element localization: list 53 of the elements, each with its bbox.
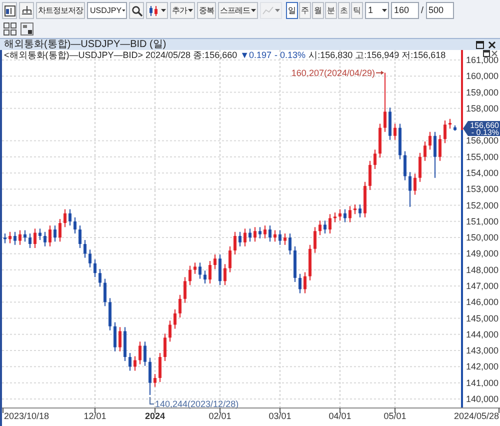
- dropdown-button[interactable]: 추가: [170, 2, 195, 19]
- percent-change: - 0.13%: [274, 50, 306, 60]
- quote-summary: <해외통화(통합)—USDJPY—BID> 2024/05/28 종:156,660: [4, 50, 238, 60]
- axis-label: 151,000: [466, 216, 499, 226]
- axis-label: 149,000: [466, 248, 499, 259]
- toolbar-button[interactable]: 차트정보저장: [36, 2, 85, 19]
- price-tag-percent: - 0.13%: [471, 128, 499, 136]
- ohlc-values: 시:156,830 고:156,949 저:156,618: [308, 50, 446, 60]
- toolbar-button[interactable]: 중복: [197, 2, 216, 19]
- axis-label: 150,000: [466, 232, 499, 243]
- axis-label: 148,000: [466, 264, 499, 275]
- high-annotation: 160,207(2024/04/29): [291, 68, 375, 78]
- axis-label: 05/01: [384, 411, 406, 421]
- axis-label: 2024: [144, 411, 166, 421]
- axis-label: 156,000: [466, 136, 499, 146]
- axis-label: 160,000: [466, 71, 499, 82]
- axis-label: 03/01: [268, 411, 292, 421]
- axis-label: 04/01: [328, 411, 352, 421]
- separator-text: /: [421, 4, 424, 17]
- period-tab[interactable]: 분: [325, 2, 337, 19]
- axis-label: 143,000: [466, 346, 499, 356]
- period-tab[interactable]: 월: [312, 2, 324, 19]
- axis-label: 158,000: [466, 103, 499, 114]
- start-date-label: 2023/10/18: [4, 411, 50, 421]
- period-tab[interactable]: 일: [286, 2, 298, 19]
- period-tab[interactable]: 주: [299, 2, 311, 19]
- low-annotation: 140,244(2023/12/28): [155, 399, 239, 410]
- interval-combobox[interactable]: 1: [365, 2, 389, 19]
- max-count-field[interactable]: 500: [426, 2, 454, 19]
- end-date-label: 2024/05/28: [454, 411, 499, 421]
- axis-label: 141,000: [466, 378, 499, 388]
- axis-label: 02/01: [208, 411, 232, 421]
- axis-label: 153,000: [466, 184, 499, 194]
- axis-label: 152,000: [466, 200, 499, 210]
- axis-label: 159,000: [466, 87, 499, 98]
- axis-label: 146,000: [466, 297, 499, 308]
- axis-label: 142,000: [466, 362, 499, 372]
- axis-label: 154,000: [466, 168, 499, 178]
- period-tab[interactable]: 틱: [351, 2, 363, 19]
- count-field[interactable]: 160: [391, 2, 419, 19]
- price-change: ▼0.197: [240, 50, 272, 60]
- axis-label: 155,000: [466, 152, 499, 162]
- axis-label: 140,000: [466, 394, 499, 404]
- axis-label: 145,000: [466, 313, 499, 324]
- dropdown-button[interactable]: 스프레드: [218, 2, 258, 19]
- period-tab[interactable]: 초: [338, 2, 350, 19]
- axis-label: 144,000: [466, 329, 499, 340]
- axis-label: 12/01: [84, 411, 106, 421]
- price-tag-value: 156,660: [470, 122, 499, 129]
- axis-label: 161,000: [466, 55, 499, 65]
- axis-label: 147,000: [466, 280, 499, 291]
- symbol-combobox[interactable]: USDJPY: [87, 2, 127, 19]
- panel-title: 해외통화(통합)—USDJPY—BID (일): [4, 38, 166, 50]
